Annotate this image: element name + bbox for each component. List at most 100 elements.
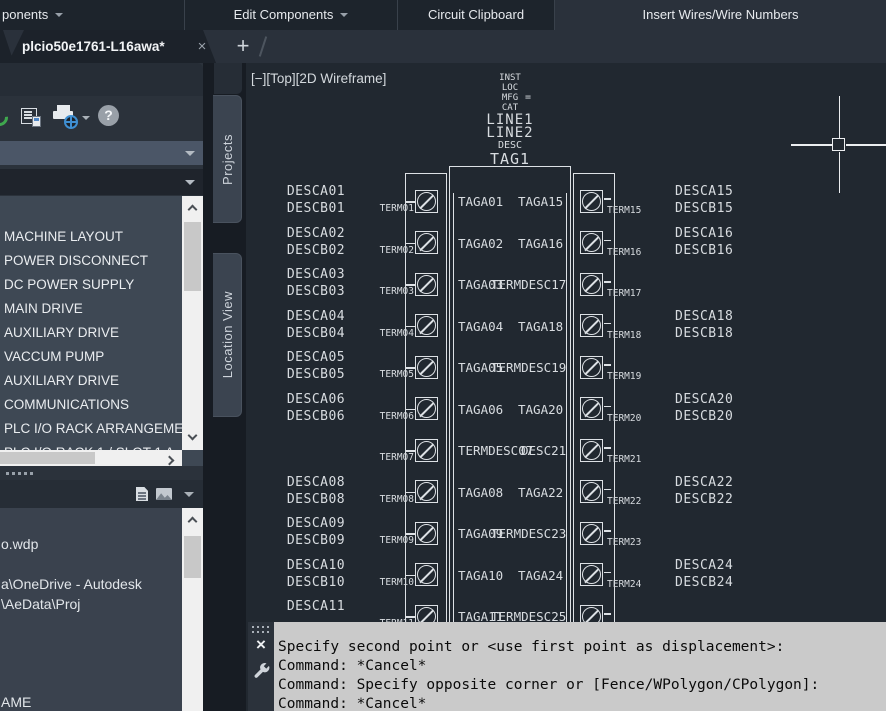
cad-text-inst: INST xyxy=(499,73,521,83)
terminal-label: TERM17 xyxy=(607,288,641,299)
io-tag: TAGA02 xyxy=(458,236,503,251)
tree-item[interactable]: MAIN DRIVE xyxy=(0,297,203,321)
wire-stub xyxy=(405,616,415,618)
io-tag: TAGA18 xyxy=(518,319,563,334)
desc-text-right: DESCA15DESCB15 xyxy=(675,183,733,217)
project-details-icon[interactable] xyxy=(21,108,37,124)
wire-stub xyxy=(405,409,415,411)
terminal-label: TERM01 xyxy=(346,203,414,214)
crosshair-cursor xyxy=(846,144,886,146)
terminal-label: TERM08 xyxy=(346,494,414,505)
command-history-line: Command: *Cancel* xyxy=(278,696,426,711)
menu-circuit-clipboard[interactable]: Circuit Clipboard xyxy=(398,0,554,30)
details-panel: o.wdpa\OneDrive - Autodesk\AeData\ProjAM… xyxy=(0,508,203,711)
details-text: o.wdp xyxy=(1,536,38,552)
tree-item[interactable]: MACHINE LAYOUT xyxy=(0,225,203,249)
terminal-symbol xyxy=(415,439,438,462)
io-tag-overlap: TERMDESC19 xyxy=(491,360,566,375)
drawing-canvas[interactable]: [−][Top][2D Wireframe] INST LOC MFG = CA… xyxy=(246,63,886,711)
command-history[interactable]: Specify second point or <use first point… xyxy=(274,622,886,711)
terminal-label: TERM22 xyxy=(607,496,641,507)
help-icon[interactable]: ? xyxy=(98,105,119,126)
wire-stub xyxy=(604,572,611,574)
menu-label: Edit Components xyxy=(234,7,334,22)
menu-insert-wires[interactable]: Insert Wires/Wire Numbers xyxy=(555,0,886,30)
terminal-symbol xyxy=(580,397,603,420)
drawing-list-dropdown[interactable] xyxy=(0,169,203,195)
document-icon[interactable] xyxy=(136,487,148,501)
io-tag: TAGA16 xyxy=(518,236,563,251)
tab-label: Projects xyxy=(220,134,235,185)
tab-divider xyxy=(259,36,267,57)
io-tag: TAGA10 xyxy=(458,568,503,583)
refresh-icon[interactable] xyxy=(0,106,11,130)
project-manager-palette: ? MACHINE LAYOUTPOWER DISCONNECTDC POWER… xyxy=(0,63,203,711)
tree-item[interactable]: DC POWER SUPPLY xyxy=(0,273,203,297)
chevron-down-icon[interactable] xyxy=(184,492,194,502)
terminal-symbol xyxy=(415,522,438,545)
scroll-down-button[interactable] xyxy=(182,426,203,450)
tab-location-view[interactable]: Location View xyxy=(213,253,242,417)
wire-stub xyxy=(405,243,415,245)
desc-text-right: DESCA24DESCB24 xyxy=(675,557,733,591)
tree-item[interactable]: AUXILIARY DRIVE xyxy=(0,321,203,345)
image-preview-icon[interactable] xyxy=(156,488,172,500)
grip-dots-icon xyxy=(252,626,271,634)
tree-item[interactable]: POWER DISCONNECT xyxy=(0,249,203,273)
panel-splitter[interactable] xyxy=(0,466,203,480)
cad-text-equals: = xyxy=(525,92,531,103)
wire-stub xyxy=(604,489,611,491)
wire-stub xyxy=(604,406,611,408)
project-dropdown[interactable] xyxy=(0,141,203,165)
viewport-controls[interactable]: [−][Top][2D Wireframe] xyxy=(251,71,386,86)
pickbox-cursor xyxy=(832,138,845,151)
wire-stub xyxy=(604,447,611,449)
details-toolbar xyxy=(0,480,203,508)
crosshair-cursor xyxy=(839,152,841,193)
new-tab-button[interactable]: + xyxy=(231,34,255,59)
close-icon[interactable]: × xyxy=(252,636,270,654)
scroll-up-button[interactable] xyxy=(182,508,203,532)
close-icon[interactable]: × xyxy=(194,30,210,63)
terminal-symbol xyxy=(415,480,438,503)
wire-stub xyxy=(604,281,611,283)
crosshair-cursor xyxy=(839,96,841,138)
desc-text-right: DESCA16DESCB16 xyxy=(675,225,733,259)
tree-item[interactable]: COMMUNICATIONS xyxy=(0,393,203,417)
terminal-symbol xyxy=(415,273,438,296)
chevron-down-icon xyxy=(55,13,63,21)
tab-projects[interactable]: Projects xyxy=(213,95,242,223)
tree-horizontal-scrollbar[interactable] xyxy=(0,450,182,466)
terminal-symbol xyxy=(580,522,603,545)
io-tag: TAGA24 xyxy=(518,568,563,583)
cad-text-mfg: MFG xyxy=(502,93,518,103)
tab-drawing-active[interactable]: plcio50e1761-L16awa* × xyxy=(8,30,216,63)
menu-edit-components[interactable]: Edit Components xyxy=(185,0,397,30)
grip-dots-icon xyxy=(6,472,36,475)
tree-vertical-scrollbar[interactable] xyxy=(182,196,203,450)
menu-components[interactable]: ponents xyxy=(0,0,184,30)
scrollbar-thumb[interactable] xyxy=(184,222,201,291)
palette-tab-cap xyxy=(214,63,242,94)
scrollbar-thumb[interactable] xyxy=(184,536,201,578)
desc-text-right: DESCA18DESCB18 xyxy=(675,308,733,342)
scroll-up-button[interactable] xyxy=(182,196,203,220)
io-tag-overlap: TERMDESC23 xyxy=(491,526,566,541)
details-text: AME xyxy=(1,694,31,710)
drawing-tab-bar: plcio50e1761-L16awa* × + xyxy=(0,30,886,63)
wrench-icon[interactable] xyxy=(252,662,270,680)
tree-item[interactable]: VACCUM PUMP xyxy=(0,345,203,369)
tree-item[interactable]: AUXILIARY DRIVE xyxy=(0,369,203,393)
print-icon[interactable] xyxy=(52,105,78,129)
terminal-label: TERM23 xyxy=(607,537,641,548)
scrollbar-thumb[interactable] xyxy=(0,452,95,464)
chevron-down-icon[interactable] xyxy=(82,116,90,124)
wire-stub xyxy=(405,367,415,369)
chevron-down-icon xyxy=(185,151,195,161)
command-window-grip[interactable]: × xyxy=(248,622,274,711)
desc-text-right: DESCA22DESCB22 xyxy=(675,474,733,508)
tree-item[interactable]: PLC I/O RACK ARRANGEME xyxy=(0,417,203,441)
details-scrollbar[interactable] xyxy=(182,508,203,711)
command-line-window[interactable]: × Specify second point or <use first poi… xyxy=(248,622,886,711)
scroll-right-button[interactable] xyxy=(162,450,182,466)
